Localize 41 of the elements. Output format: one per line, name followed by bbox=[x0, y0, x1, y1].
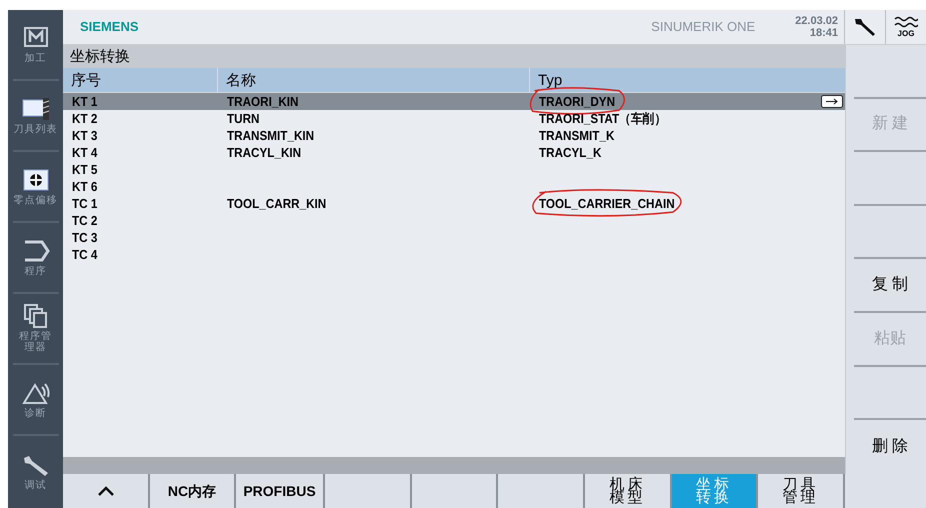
column-header[interactable]: Typ bbox=[530, 68, 845, 92]
softkey-button[interactable]: 刀具管理 bbox=[758, 474, 845, 508]
softkey-button[interactable]: 删 除 bbox=[854, 420, 926, 474]
table-cell: KT 6 bbox=[72, 178, 98, 195]
product-name: SINUMERIK ONE bbox=[651, 18, 756, 36]
sidebar-button[interactable]: 诊断 bbox=[12, 365, 58, 436]
table-cell: KT 5 bbox=[72, 161, 98, 178]
sidebar-button[interactable]: 程序 bbox=[12, 223, 58, 294]
table-cell: TC 4 bbox=[72, 246, 98, 263]
brand-logo: SIEMENS bbox=[80, 18, 139, 36]
sidebar-button[interactable]: 刀具列表 bbox=[12, 81, 58, 152]
table-cell: TOOL_CARR_KIN bbox=[227, 195, 326, 212]
table-cell: TRANSMIT_K bbox=[539, 127, 614, 144]
table-cell: KT 1 bbox=[72, 93, 98, 110]
softkey-button[interactable]: PROFIBUS bbox=[236, 474, 325, 508]
table-cell: TOOL_CARRIER_CHAIN bbox=[539, 195, 675, 212]
softkey-button[interactable]: NC内存 bbox=[150, 474, 236, 508]
table-cell: TURN bbox=[227, 110, 260, 127]
column-header[interactable]: 名称 bbox=[218, 68, 530, 92]
sidebar-button[interactable]: 程序管理器 bbox=[12, 294, 58, 365]
table-cell: TRANSMIT_KIN bbox=[227, 127, 314, 144]
sidebar-button[interactable]: 加工 bbox=[12, 10, 58, 81]
mode-label: JOG bbox=[898, 29, 914, 38]
table-cell: KT 3 bbox=[72, 127, 98, 144]
softkey-button[interactable]: 复 制 bbox=[854, 259, 926, 313]
table-cell: TRACYL_KIN bbox=[227, 144, 302, 161]
table-cell: TRAORI_KIN bbox=[227, 93, 298, 110]
column-header[interactable]: 序号 bbox=[63, 68, 218, 92]
table-cell: TRAORI_DYN bbox=[539, 93, 616, 110]
table-cell: KT 2 bbox=[72, 110, 98, 127]
date-text: 22.03.02 bbox=[795, 15, 838, 27]
page-title: 坐标转换 bbox=[63, 45, 845, 68]
sidebar-button[interactable]: 零点偏移 bbox=[12, 152, 58, 223]
table-cell: TC 3 bbox=[72, 229, 98, 246]
table-cell: TRAORI_STAT（车削） bbox=[539, 110, 666, 127]
time-text: 18:41 bbox=[810, 27, 838, 39]
table-cell: KT 4 bbox=[72, 144, 98, 161]
table-cell: TC 1 bbox=[72, 195, 98, 212]
table-cell: TC 2 bbox=[72, 212, 98, 229]
sidebar-button[interactable]: 调试 bbox=[12, 436, 58, 507]
table-cell: TRACYL_K bbox=[539, 144, 602, 161]
